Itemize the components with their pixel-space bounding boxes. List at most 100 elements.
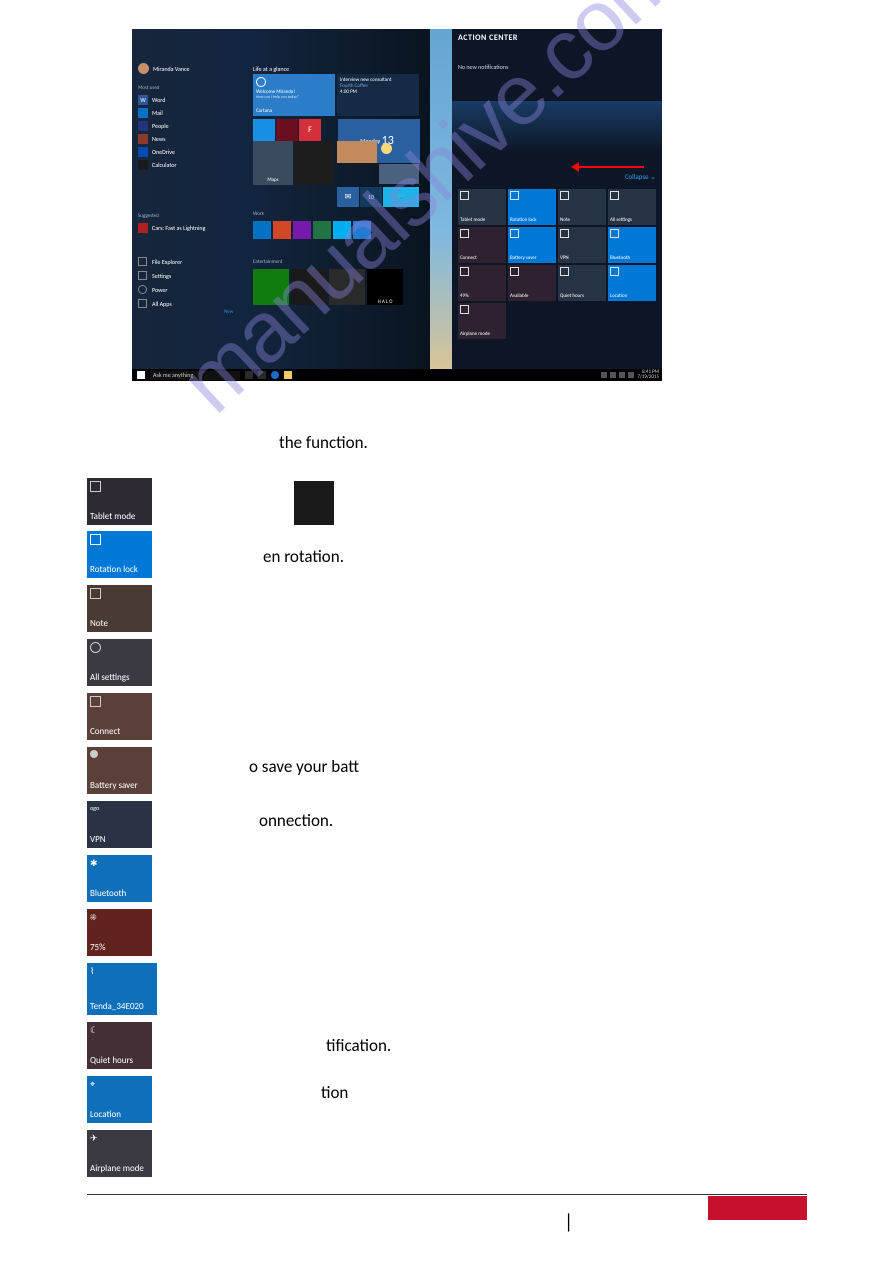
quick-actions-grid: Tablet mode Rotation lock Note All setti… [458,189,656,339]
label-mostused: Most used [138,85,159,91]
app-news[interactable]: News [138,134,177,144]
cortana-tile[interactable]: Welcome Miranda! How can I help you toda… [253,74,335,116]
app-people[interactable]: People [138,121,177,131]
emoji-tile [381,143,392,154]
mail-tile[interactable]: ✉ [337,187,359,207]
tile-quiet-hours: ☾Quiet hours [87,1022,152,1069]
store-icon[interactable] [294,481,334,525]
page-separator: | [564,1210,573,1234]
explorer-icon[interactable] [284,371,292,379]
qa-tablet[interactable]: Tablet mode [458,189,506,225]
qa-quiet[interactable]: Quiet hours [558,265,606,301]
tile-rotation-lock: Rotation lock [87,531,152,578]
username: Miranda Vance [153,65,190,73]
text-fragment-3: o save your batt [249,756,359,777]
qa-brightness[interactable]: 49% [458,265,506,301]
qa-connect[interactable]: Connect [458,227,506,263]
annotation-arrow [574,166,644,168]
tile-vpn: ogoVPN [87,801,152,848]
label-suggested: Suggested [138,213,159,219]
qa-vpn[interactable]: VPN [558,227,606,263]
windows10-screenshot: Miranda Vance Most used WWord Mail Peopl… [132,29,662,381]
maps-tile[interactable]: Maps [253,141,293,185]
tile-brightness: ☀75% [87,909,152,956]
qa-location[interactable]: Location [608,265,656,301]
qa-allsettings[interactable]: All settings [608,189,656,225]
onenote-tile[interactable] [293,221,311,239]
xbox-tile[interactable] [253,269,289,305]
outlook-tile[interactable] [253,221,271,239]
app-list: WWord Mail People News OneDrive Calculat… [138,95,177,170]
label-ent: Entertainment [253,259,282,265]
cloud-tile[interactable] [353,221,371,239]
count-tile[interactable]: 10 [360,187,382,207]
tile-location: ⌖Location [87,1076,152,1123]
twitter-tile[interactable] [253,119,275,141]
tray-icon[interactable] [601,372,607,378]
user-row: Miranda Vance [138,63,190,74]
settings-link[interactable]: Settings [138,271,182,280]
taskbar: Ask me anything 8:41 PM7/19/2015 [132,369,662,381]
cortana-sub: How can I help you today? [256,95,332,100]
calendar-event-tile[interactable]: Interview new consultant Fourth Coffee 4… [337,74,419,116]
tile-tablet-mode: Tablet mode [87,478,152,525]
text-fragment-6: tion [321,1082,348,1103]
file-explorer[interactable]: File Explorer [138,257,182,266]
start-button[interactable] [137,371,145,379]
event-time: 4:00 PM [340,89,416,95]
powerpoint-tile[interactable] [273,221,291,239]
text-fragment-1: the function. [279,432,368,453]
search-box[interactable]: Ask me anything [150,371,240,380]
all-apps[interactable]: All Apps [138,299,182,308]
flipboard-tile[interactable]: F [299,119,321,141]
footer-rule [87,1194,807,1195]
app-word[interactable]: WWord [138,95,177,105]
start-menu: Miranda Vance Most used WWord Mail Peopl… [132,29,430,369]
qa-battery[interactable]: Battery saver [508,227,556,263]
halo-tile[interactable]: H A L O [367,269,403,305]
avatar [138,63,149,74]
qa-wifi[interactable]: Available [508,265,556,301]
qa-bluetooth[interactable]: Bluetooth [608,227,656,263]
tile-airplane-mode: ✈Airplane mode [87,1130,152,1177]
photos-tile[interactable] [337,141,377,163]
movies-tile[interactable] [329,269,365,305]
office-row [253,221,371,239]
excel-tile[interactable] [313,221,331,239]
tile-battery-saver: Battery saver [87,747,152,794]
twitter-logo-tile[interactable]: 🐦 [383,187,419,207]
tray-icon[interactable] [619,372,625,378]
ac-title: ACTION CENTER [458,33,518,43]
skype-tile[interactable] [333,221,351,239]
tile-connect: Connect [87,693,152,740]
tray-icon[interactable] [610,372,616,378]
qa-note[interactable]: Note [558,189,606,225]
qa-airplane[interactable]: Airplane mode [458,303,506,339]
app-onedrive[interactable]: OneDrive [138,147,177,157]
tile-bluetooth: ✱Bluetooth [87,855,152,902]
label-glance: Life at a glance [253,65,289,73]
app-calc[interactable]: Calculator [138,160,177,170]
tray-icon[interactable] [628,372,634,378]
collapse-link[interactable]: Collapse ⌄ [625,172,656,181]
tb-icon-1[interactable] [258,371,266,379]
news-tile[interactable] [276,119,298,141]
ac-subtitle: No new notifications [458,63,508,71]
text-fragment-4: onnection. [259,810,333,831]
cortana-label: Cortana [256,108,272,114]
suggested-app[interactable]: Cars: Fast as Lightning [138,223,205,233]
music-tile[interactable] [291,269,327,305]
app-mail[interactable]: Mail [138,108,177,118]
ac-fade [452,101,662,153]
cortana-ring-icon [256,77,266,87]
qa-rotation[interactable]: Rotation lock [508,189,556,225]
clock: 8:41 PM7/19/2015 [637,370,659,380]
store-tile[interactable] [294,141,334,185]
tile-wifi: ⌇Tenda_34E020 [87,963,157,1015]
taskview-icon[interactable] [245,371,253,379]
footer-red-block [708,1196,807,1220]
edge-icon[interactable] [271,371,279,379]
tile-all-settings: All settings [87,639,152,686]
photo-tile-2[interactable] [379,164,419,184]
power[interactable]: Power [138,285,182,294]
